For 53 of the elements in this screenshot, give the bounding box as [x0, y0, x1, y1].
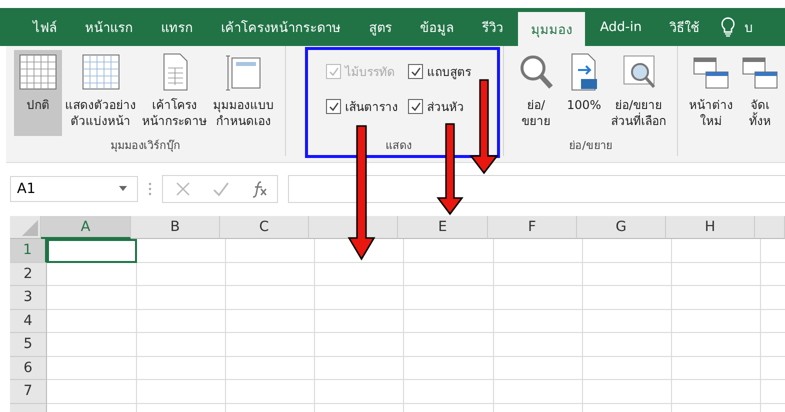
ribbon-tab[interactable]: หน้าแรก [72, 8, 146, 46]
grid-icon [17, 52, 59, 92]
ribbon-tab[interactable]: แทรก [148, 8, 206, 46]
ribbon-tab[interactable]: รีวิว [469, 8, 516, 46]
checkbox[interactable] [408, 64, 423, 79]
name-box[interactable]: A1 [10, 176, 138, 202]
ribbon-button[interactable]: มุมมองแบบ กำหนดเอง [210, 50, 277, 136]
formula-input[interactable] [288, 174, 785, 202]
check-icon[interactable] [213, 180, 229, 196]
ribbon-button[interactable]: 100% [560, 50, 608, 136]
row-header[interactable]: 7 [10, 380, 47, 404]
column-header[interactable]: A [41, 216, 131, 239]
ribbon-tab[interactable]: มุมมอง [518, 12, 585, 46]
ribbon-button[interactable]: จัดเ ทั้งห [736, 50, 784, 156]
column-header[interactable]: B [131, 216, 220, 239]
row-header[interactable]: 6 [10, 356, 47, 380]
grip-icon [148, 182, 152, 196]
row-header[interactable]: 5 [10, 333, 47, 356]
group-label: มุมมองเวิร์กบุ๊ก [110, 138, 180, 154]
row-header[interactable]: 4 [10, 310, 47, 333]
column-header[interactable]: F [488, 216, 577, 239]
ribbon-tab[interactable]: สูตร [356, 8, 405, 46]
ribbon-button[interactable]: เค้าโครง หน้ากระดาษ [139, 50, 210, 136]
checkbox[interactable] [408, 99, 423, 114]
ribbon-button[interactable]: หน้าต่าง ใหม่ [686, 50, 736, 156]
ribbon-tab[interactable]: เค้าโครงหน้ากระดาษ [208, 8, 354, 46]
group-label: แสดง [386, 138, 412, 154]
ribbon-button[interactable]: ย่อ/ ขยาย [512, 50, 560, 136]
ribbon-tab[interactable]: วิธีใช้ [656, 8, 713, 46]
ribbon-tab[interactable]: Add-in [587, 8, 655, 46]
active-cell[interactable] [47, 239, 137, 262]
ribbon-button[interactable]: ปกติ [14, 50, 62, 136]
ribbon-button[interactable]: แสดงตัวอย่าง ตัวแบ่งหน้า [62, 50, 139, 136]
tell-me-text[interactable]: บ [744, 16, 753, 38]
group-label: ย่อ/ขยาย [569, 138, 612, 154]
column-header[interactable]: G [577, 216, 666, 239]
ribbon-button[interactable]: ย่อ/ขยาย ส่วนที่เลือก [608, 50, 669, 136]
column-header[interactable]: H [666, 216, 755, 239]
checkbox-option[interactable]: แถบสูตร [408, 62, 471, 81]
checkbox-option[interactable]: ส่วนหัว [408, 97, 471, 116]
grid-icon [80, 52, 122, 92]
checkbox[interactable] [326, 99, 341, 114]
function-icon[interactable] [251, 180, 269, 198]
caret-icon[interactable] [119, 186, 127, 191]
row-header[interactable]: 3 [10, 286, 47, 310]
checkbox-option[interactable]: เส้นตาราง [326, 97, 398, 116]
row-header[interactable]: 2 [10, 262, 47, 286]
lightbulb-icon[interactable] [720, 17, 735, 37]
ribbon-tab[interactable]: ข้อมูล [407, 8, 467, 46]
column-header[interactable]: E [398, 216, 488, 239]
row-header[interactable]: 1 [10, 239, 47, 262]
ribbon-tab[interactable]: ไฟล์ [20, 8, 70, 46]
column-header[interactable]: C [220, 216, 309, 239]
